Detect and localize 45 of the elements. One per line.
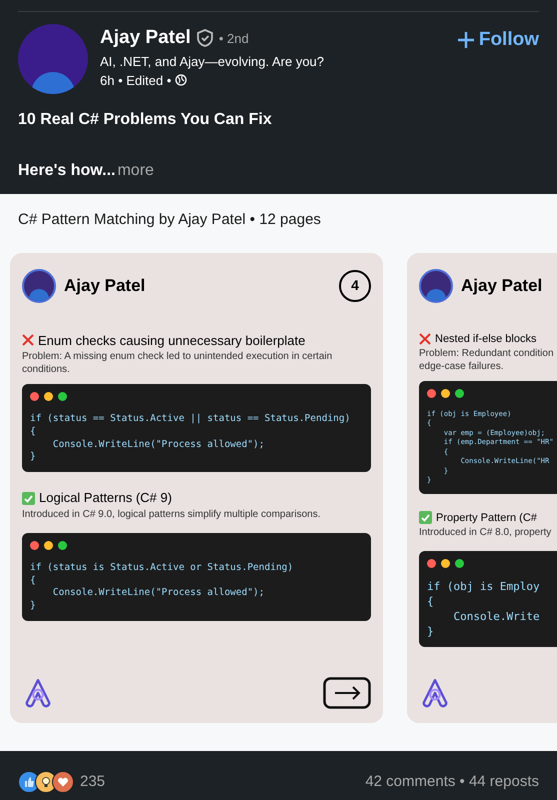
code-line: } [427,624,435,640]
author-name[interactable]: Ajay Patel [100,24,191,52]
checkmark-icon [22,492,35,504]
problem-heading: Enum checks causing unnecessary boilerplate [38,332,306,350]
solution-heading: Property Pattern (C# [436,510,537,526]
code-line: Console.WriteLine("Process allowed"); [52,438,266,452]
code-line: { [30,426,37,439]
solution-heading: Logical Patterns (C# 9) [39,489,172,508]
plus-icon [456,31,475,50]
problem-heading: Nested if-else blocks [435,332,536,346]
see-more-link[interactable]: more [117,159,154,183]
post-teaser: Here's how... [18,161,116,181]
document-title: C# Pattern Matching by Ajay Patel • 12 pages [17,210,322,230]
follow-button[interactable]: Follow [456,24,539,54]
comments-reposts-count[interactable]: 42 comments • 44 reposts [365,771,539,794]
code-line: Console.Write [452,610,541,625]
globe-icon [175,74,188,86]
connection-degree: • 2nd [218,30,249,48]
author-headline: AI, .NET, and Ajay—evolving. Are you? [100,52,326,71]
code-line: { [30,574,37,588]
cross-icon [419,332,431,345]
post-title: 10 Real C# Problems You Can Fix [17,110,273,130]
code-line: if (status is Status.Active or Status.Pending) [30,562,294,575]
love-reaction-icon [52,771,74,794]
code-line: if (status == Status.Active || status == Status.Pending) [30,413,352,426]
problem-text: Problem: Redundant condition edge-case failures. [419,347,555,373]
cross-icon [22,334,34,346]
problem-text: Problem: A missing enum check led to unintended execution in certain conditions. [22,350,334,376]
slide-author: Ajay Patel [461,274,542,297]
code-line: if (obj is Employ [427,580,541,595]
slide-author: Ajay Patel [64,274,146,297]
post-meta: 6h • Edited • [100,72,172,90]
checkmark-icon [419,511,432,524]
avatar-icon [22,268,56,302]
code-line: } [30,451,37,464]
solution-text: Introduced in C# 8.0, property [419,526,552,539]
code-line: { [427,594,435,610]
avatar-icon [419,268,453,302]
code-line: } [30,600,37,613]
reaction-count[interactable]: 235 [80,771,106,794]
like-reaction-icon [18,771,40,794]
page-number: 4 [339,270,371,302]
solution-text: Introduced in C# 9.0, logical patterns simplify multiple comparisons. [22,508,322,521]
verified-shield-icon [194,28,215,48]
code-line: Console.WriteLine("Process allowed"); [52,587,266,600]
